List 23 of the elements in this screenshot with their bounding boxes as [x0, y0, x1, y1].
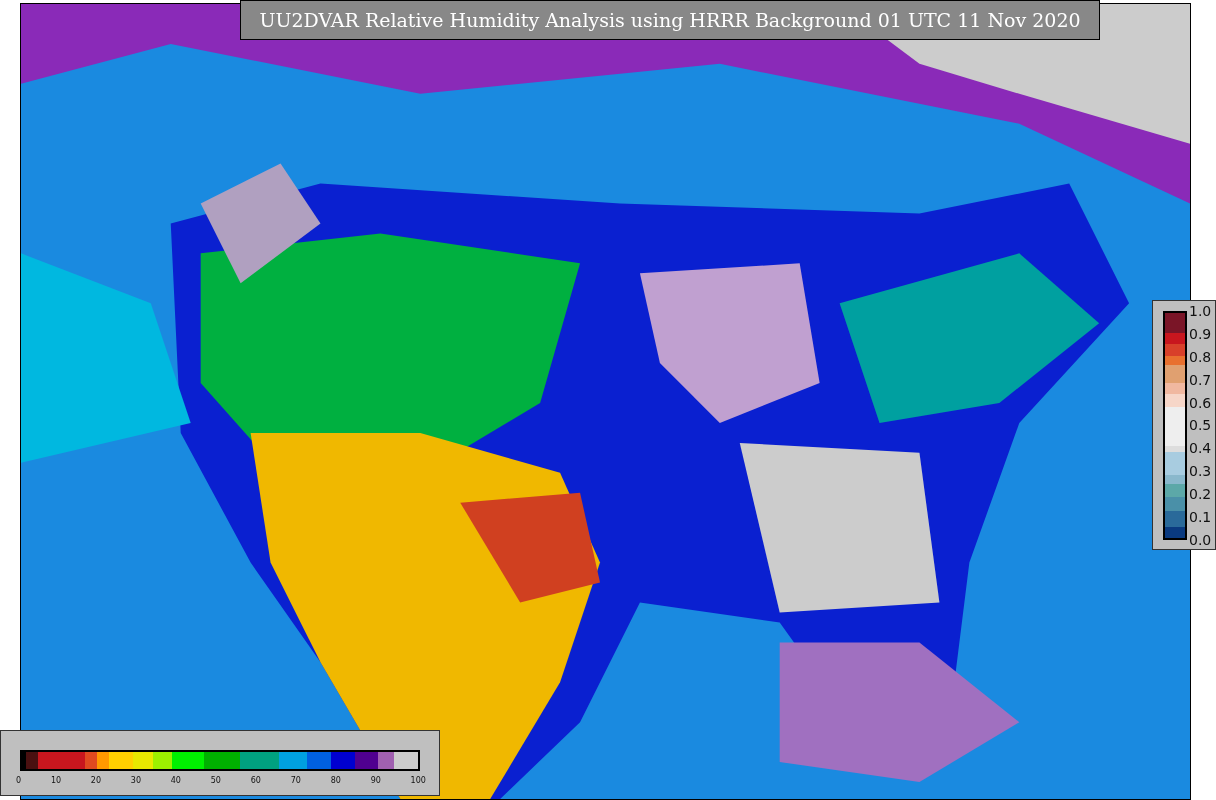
tick-label: 0.9	[1189, 325, 1212, 342]
tick-label: 0.0	[1189, 531, 1212, 548]
tick-label: 70	[290, 775, 301, 787]
tick-label: 0.8	[1189, 348, 1212, 365]
tick-label: 0	[16, 775, 22, 787]
map-title: UU2DVAR Relative Humidity Analysis using HRRR Background 01 UTC 11 Nov 2020	[240, 0, 1100, 40]
tick-label: 0.7	[1189, 371, 1212, 388]
tick-label: 1.0	[1189, 303, 1212, 319]
tick-label: 100	[410, 775, 426, 787]
tick-label: 0.5	[1189, 417, 1212, 434]
tick-label: 80	[330, 775, 341, 787]
tick-label: 0.4	[1189, 440, 1212, 457]
tick-label: 30	[130, 775, 141, 787]
tick-label: 0.3	[1189, 463, 1212, 480]
tick-label: 20	[90, 775, 102, 787]
tick-label: 0.2	[1189, 486, 1212, 503]
tick-label: 0.1	[1189, 509, 1212, 525]
tick-label: 50	[210, 775, 221, 787]
tick-label: 0.6	[1189, 394, 1212, 411]
tick-label: 60	[250, 775, 261, 787]
tick-label: 90	[370, 775, 381, 787]
tick-label: 40	[170, 775, 181, 787]
tick-label: 10	[50, 775, 62, 787]
